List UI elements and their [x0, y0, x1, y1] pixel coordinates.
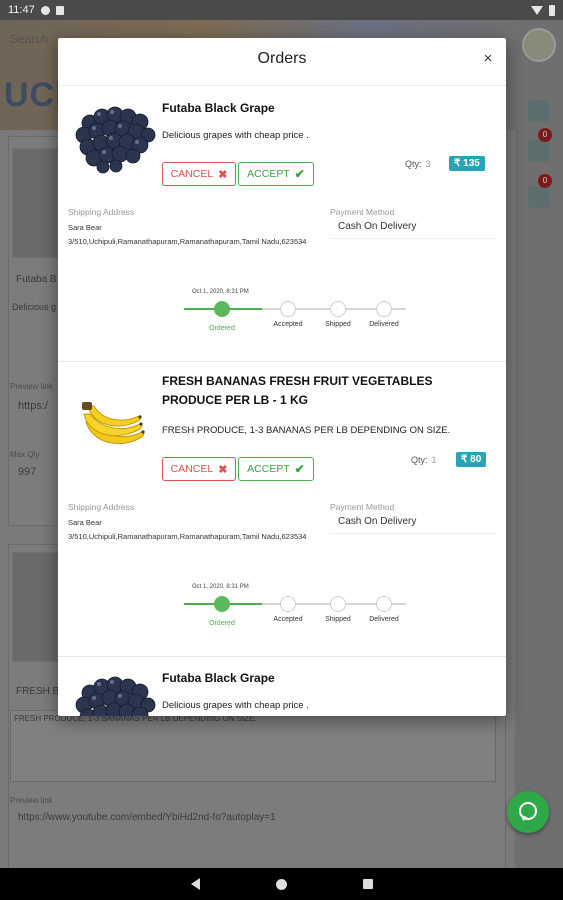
home-icon[interactable] — [275, 878, 287, 890]
product-thumbnail — [12, 148, 58, 258]
add-product-icon[interactable] — [528, 100, 550, 122]
payment-method: Cash On Delivery — [330, 516, 496, 534]
shipping-address-label: Shipping Address — [68, 502, 135, 512]
order-status-tracker: Oct 1, 2020, 8:31 PM Ordered Accepted Sh… — [184, 584, 406, 634]
price-badge: ₹ 135 — [449, 156, 485, 171]
grape-image — [75, 676, 156, 716]
preview-link-label: Preview link — [10, 382, 53, 391]
address-name: Sara Bear — [68, 518, 102, 527]
quantity: Qty: 3 — [405, 159, 431, 169]
step-shipped-dot — [330, 596, 346, 612]
grape-image — [75, 106, 156, 174]
step-shipped-label: Shipped — [325, 321, 351, 328]
step-accepted-dot — [280, 596, 296, 612]
step-ordered-dot — [214, 301, 230, 317]
order-date: Oct 1, 2020, 8:31 PM — [192, 584, 249, 590]
step-ordered-label: Ordered — [209, 325, 235, 332]
status-bar: 11:47 — [0, 0, 563, 20]
preview-link-value[interactable]: https:/ — [18, 400, 48, 412]
close-icon: ✖ — [218, 463, 228, 476]
product-name: Futaba Black Grape — [162, 671, 275, 685]
product-name-partial: Futaba B — [16, 274, 57, 285]
close-icon[interactable]: × — [480, 50, 496, 67]
order-item: Futaba Black Grape Delicious grapes with… — [58, 87, 506, 362]
check-icon: ✔ — [294, 167, 305, 181]
quantity: Qty: 1 — [411, 455, 437, 465]
address-name: Sara Bear — [68, 223, 102, 232]
status-time: 11:47 — [8, 4, 35, 16]
product-name: Futaba Black Grape — [162, 101, 275, 115]
orders-icon[interactable] — [528, 140, 550, 162]
step-delivered-dot — [376, 301, 392, 317]
shipping-address: Sara Bear 3/510,Uchipuli,Ramanathapuram,… — [68, 221, 308, 249]
dialog-title: Orders — [257, 50, 307, 67]
check-icon: ✔ — [294, 462, 305, 476]
product-name: FRESH BANANAS FRESH FRUIT VEGETABLES PRO… — [162, 374, 433, 407]
shipping-address: Sara Bear 3/510,Uchipuli,Ramanathapuram,… — [68, 516, 308, 544]
cancel-label: CANCEL — [170, 168, 214, 180]
product-desc-partial: Delicious g — [12, 302, 57, 312]
orders-dialog: Orders × Futaba Black Grape Delicious gr… — [58, 38, 506, 716]
address-line: 3/510,Uchipuli,Ramanathapuram,Ramanathap… — [68, 237, 307, 246]
accept-label: ACCEPT — [247, 463, 290, 475]
accept-order-button[interactable]: ACCEPT ✔ — [238, 457, 314, 481]
step-ordered-dot — [214, 596, 230, 612]
orders-list[interactable]: Futaba Black Grape Delicious grapes with… — [58, 87, 506, 716]
step-ordered-label: Ordered — [209, 620, 235, 627]
step-delivered-dot — [376, 596, 392, 612]
qty-value: 1 — [431, 455, 437, 465]
step-accepted-label: Accepted — [273, 616, 303, 623]
step-shipped-dot — [330, 301, 346, 317]
step-accepted-label: Accepted — [273, 321, 303, 328]
qty-label: Qty: — [411, 455, 428, 465]
accept-order-button[interactable]: ACCEPT ✔ — [238, 162, 314, 186]
step-shipped-label: Shipped — [325, 616, 351, 623]
cancel-order-button[interactable]: CANCEL ✖ — [162, 457, 236, 481]
battery-icon — [549, 4, 555, 16]
chat-icon-tail — [519, 814, 528, 823]
close-icon: ✖ — [218, 168, 228, 181]
product-name-partial: FRESH B — [16, 686, 60, 697]
back-icon[interactable] — [190, 878, 200, 890]
chat-button[interactable] — [507, 791, 549, 833]
qty-label: Qty: — [405, 159, 422, 169]
order-item: FRESH BANANAS FRESH FRUIT VEGETABLES PRO… — [58, 362, 506, 657]
accept-label: ACCEPT — [247, 168, 290, 180]
search-input[interactable]: Search — [10, 32, 48, 46]
recent-apps-icon[interactable] — [362, 879, 373, 889]
order-item: Futaba Black Grape Delicious grapes with… — [58, 657, 506, 716]
step-delivered-label: Delivered — [369, 321, 399, 328]
max-qty-value[interactable]: 997 — [18, 466, 36, 478]
order-status-tracker: Oct 1, 2020, 8:31 PM Ordered Accepted Sh… — [184, 289, 406, 339]
banana-image — [82, 402, 145, 445]
preview-link-value[interactable]: https://www.youtube.com/embed/YbiHd2nd-f… — [18, 812, 276, 823]
cancel-order-button[interactable]: CANCEL ✖ — [162, 162, 236, 186]
cart-icon[interactable] — [528, 186, 550, 208]
sd-card-icon — [55, 5, 64, 15]
store-logo[interactable] — [522, 28, 556, 62]
step-accepted-dot — [280, 301, 296, 317]
dialog-header: Orders × — [58, 38, 506, 86]
payment-method: Cash On Delivery — [330, 221, 496, 239]
notification-icon — [40, 5, 50, 15]
product-description: FRESH PRODUCE, 1-3 BANANAS PER LB DEPEND… — [162, 425, 451, 436]
orders-badge: 0 — [538, 128, 552, 142]
wifi-icon — [531, 5, 543, 15]
price-badge: ₹ 80 — [456, 452, 487, 467]
payment-method-label: Payment Method — [330, 207, 395, 217]
cart-badge: 0 — [538, 174, 552, 188]
preview-link-label: Preview link — [10, 796, 53, 805]
address-line: 3/510,Uchipuli,Ramanathapuram,Ramanathap… — [68, 532, 307, 541]
product-description: Delicious grapes with cheap price . — [162, 700, 309, 711]
max-qty-label: Max Qty — [10, 450, 40, 459]
step-delivered-label: Delivered — [369, 616, 399, 623]
qty-value: 3 — [425, 159, 431, 169]
shipping-address-label: Shipping Address — [68, 207, 135, 217]
payment-method-label: Payment Method — [330, 502, 395, 512]
order-date: Oct 1, 2020, 8:31 PM — [192, 289, 249, 295]
cancel-label: CANCEL — [170, 463, 214, 475]
product-description: Delicious grapes with cheap price . — [162, 130, 309, 141]
system-nav-bar — [0, 868, 563, 900]
product-thumbnail — [12, 552, 58, 662]
